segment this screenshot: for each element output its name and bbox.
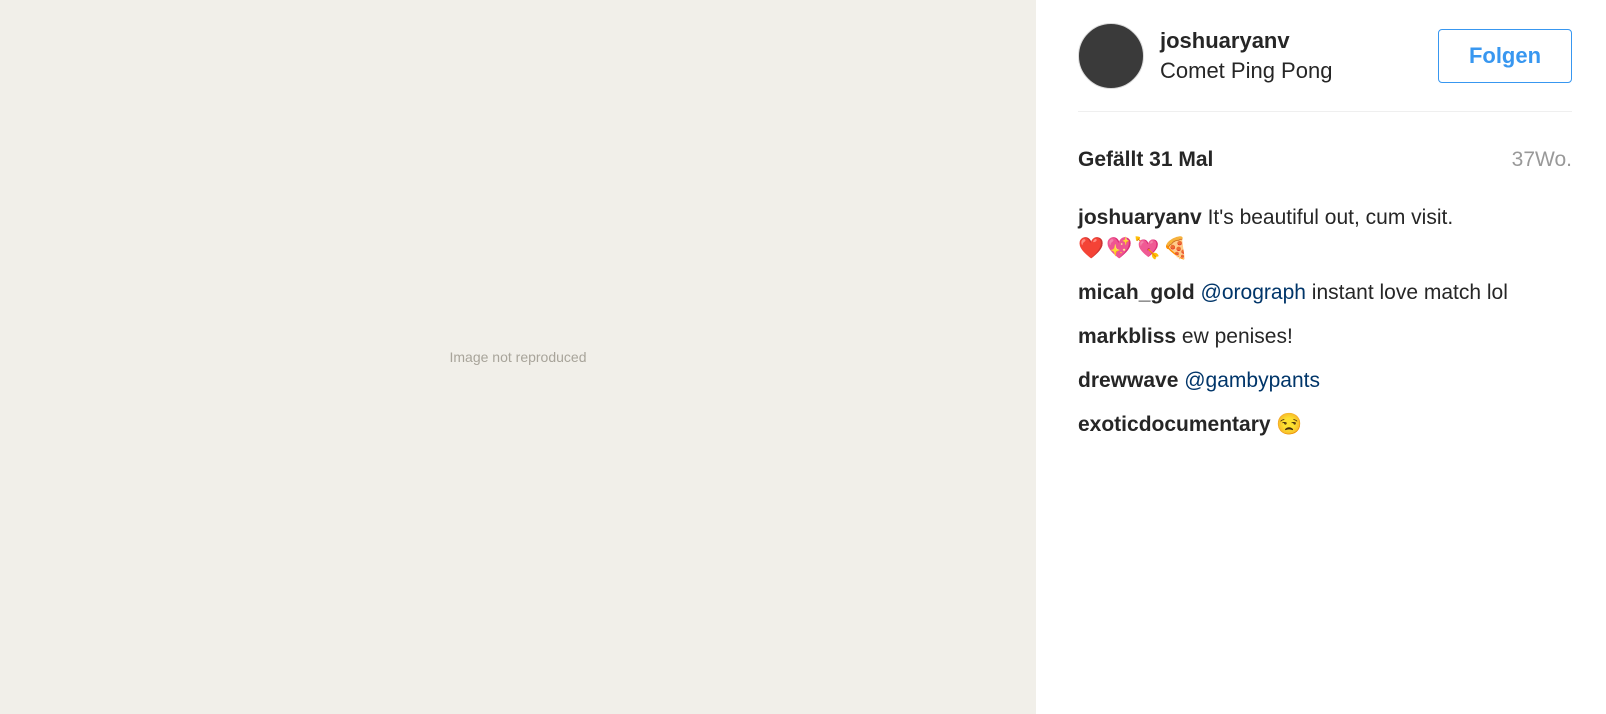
comment-username[interactable]: joshuaryanv [1078, 206, 1202, 229]
image-placeholder-label: Image not reproduced [449, 349, 587, 365]
avatar[interactable] [1078, 22, 1144, 89]
comment-text: instant love match lol [1311, 281, 1508, 304]
follow-button[interactable]: Folgen [1438, 28, 1572, 83]
location-link[interactable]: Comet Ping Pong [1160, 58, 1438, 84]
like-count[interactable]: Gefällt 31 Mal [1078, 148, 1213, 172]
comment-username[interactable]: micah_gold [1078, 281, 1195, 304]
comment-emoji: ❤️💖💘🍕 [1078, 237, 1191, 260]
comment-item: micah_gold @orograph instant love match … [1078, 277, 1572, 308]
user-block: joshuaryanv Comet Ping Pong [1160, 28, 1438, 84]
comment-mention[interactable]: @orograph [1201, 281, 1306, 304]
comment-text: It's beautiful out, cum visit. [1207, 206, 1454, 229]
comment-username[interactable]: exoticdocumentary [1078, 413, 1271, 436]
comment-item: drewwave @gambypants [1078, 365, 1572, 396]
comment-item: exoticdocumentary 😒 [1078, 409, 1572, 440]
post-meta: Gefällt 31 Mal 37Wo. [1078, 148, 1572, 172]
username-link[interactable]: joshuaryanv [1160, 28, 1438, 54]
comment-item: markbliss ew penises! [1078, 321, 1572, 352]
comment-username[interactable]: markbliss [1078, 325, 1176, 348]
comment-username[interactable]: drewwave [1078, 369, 1178, 392]
comment-list: joshuaryanv It's beautiful out, cum visi… [1078, 202, 1572, 440]
post: Image not reproduced joshuaryanv Comet P… [0, 0, 1606, 714]
post-image[interactable]: Image not reproduced [0, 0, 1036, 714]
comment-mention[interactable]: @gambypants [1184, 369, 1320, 392]
comment-text: 😒 [1276, 413, 1303, 436]
comment-item: joshuaryanv It's beautiful out, cum visi… [1078, 202, 1572, 264]
post-sidebar: joshuaryanv Comet Ping Pong Folgen Gefäl… [1036, 0, 1606, 714]
post-age[interactable]: 37Wo. [1512, 148, 1572, 172]
post-header: joshuaryanv Comet Ping Pong Folgen [1078, 0, 1572, 112]
comment-text: ew penises! [1181, 325, 1293, 348]
